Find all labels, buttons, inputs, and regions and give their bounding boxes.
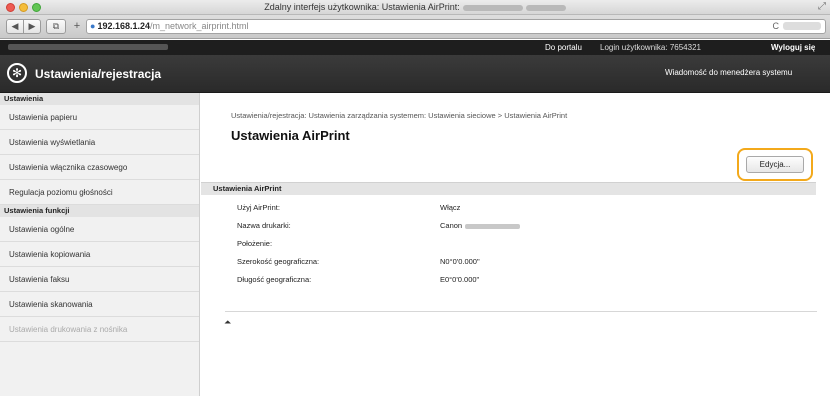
back-to-top-icon[interactable]: ⏶ [224, 317, 231, 328]
redacted-text [465, 223, 521, 229]
sidebar-item-general[interactable]: Ustawienia ogólne [0, 217, 199, 242]
divider [225, 311, 817, 312]
forward-button[interactable]: ▶ [23, 19, 41, 34]
setting-value: Włącz [440, 203, 461, 212]
reload-icon[interactable]: C [773, 20, 780, 33]
setting-row: Użyj AirPrint: Włącz [237, 200, 637, 216]
window-title-text: Zdalny interfejs użytkownika: Ustawienia… [264, 2, 460, 12]
setting-row: Położenie: [237, 236, 637, 252]
url-host: 192.168.1.24 [97, 21, 150, 31]
sidebar-item-copy[interactable]: Ustawienia kopiowania [0, 242, 199, 267]
setting-row: Długość geograficzna: E0°0'0.000" [237, 272, 637, 288]
section-header: Ustawienia AirPrint [201, 182, 816, 195]
sidebar-item-timer[interactable]: Ustawienia włącznika czasowego [0, 155, 199, 180]
setting-value-wrap: Canon [440, 218, 521, 234]
setting-row: Nazwa drukarki: Canon [237, 218, 637, 234]
login-info: Login użytkownika: 7654321 [600, 43, 701, 52]
redacted-text [462, 4, 523, 11]
address-bar[interactable]: ● 192.168.1.24/m_network_airprint.html C [86, 19, 826, 34]
sidebar-item-paper[interactable]: Ustawienia papieru [0, 105, 199, 130]
setting-label: Szerokość geograficzna: [237, 257, 320, 266]
sidebar-item-volume[interactable]: Regulacja poziomu głośności [0, 180, 199, 205]
setting-value: N0°0'0.000" [440, 257, 480, 266]
window-titlebar: Zdalny interfejs użytkownika: Ustawienia… [0, 0, 830, 15]
edit-button-highlight: Edycja... [737, 148, 813, 181]
sidebar-item-scan[interactable]: Ustawienia skanowania [0, 292, 199, 317]
sidebar: Ustawienia Ustawienia papieru Ustawienia… [0, 93, 200, 396]
share-button[interactable]: ⧉ [46, 19, 66, 34]
setting-value: Canon [440, 221, 463, 230]
setting-label: Położenie: [237, 239, 273, 248]
edit-button[interactable]: Edycja... [746, 156, 804, 173]
sidebar-item-media-print[interactable]: Ustawienia drukowania z nośnika [0, 317, 199, 342]
reader-button[interactable] [783, 22, 821, 30]
settings-gear-icon: ✻ [7, 63, 27, 83]
redacted-text [525, 4, 566, 11]
message-to-admin-link[interactable]: Wiadomość do menedżera systemu [665, 68, 792, 77]
setting-label: Długość geograficzna: [237, 275, 312, 284]
app-header: ✻ Ustawienia/rejestracja Wiadomość do me… [0, 55, 830, 93]
sidebar-section-settings: Ustawienia [0, 93, 199, 105]
browser-toolbar: ◀ ▶ ⧉ + ● 192.168.1.24/m_network_airprint… [0, 15, 830, 39]
sidebar-item-display[interactable]: Ustawienia wyświetlania [0, 130, 199, 155]
logout-link[interactable]: Wyloguj się [771, 43, 815, 52]
sidebar-item-fax[interactable]: Ustawienia faksu [0, 267, 199, 292]
main-content: Ustawienia/rejestracja: Ustawienia zarzą… [201, 93, 830, 396]
new-tab-button[interactable]: + [70, 19, 84, 34]
page-title: Ustawienia AirPrint [231, 128, 350, 143]
sidebar-section-function: Ustawienia funkcji [0, 205, 199, 217]
setting-value: E0°0'0.000" [440, 275, 480, 284]
setting-label: Nazwa drukarki: [237, 221, 291, 230]
device-name-redacted [8, 44, 168, 50]
window-title: Zdalny interfejs użytkownika: Ustawienia… [0, 2, 830, 12]
fullscreen-icon[interactable]: ⤢ [818, 1, 826, 12]
setting-row: Szerokość geograficzna: N0°0'0.000" [237, 254, 637, 270]
setting-label: Użyj AirPrint: [237, 203, 280, 212]
globe-icon: ● [90, 21, 96, 31]
app-title: Ustawienia/rejestracja [35, 67, 162, 81]
portal-link[interactable]: Do portalu [545, 43, 582, 52]
user-bar: Do portalu Login użytkownika: 7654321 Wy… [0, 40, 830, 55]
breadcrumb: Ustawienia/rejestracja: Ustawienia zarzą… [231, 111, 568, 120]
back-button[interactable]: ◀ [6, 19, 24, 34]
url-path: /m_network_airprint.html [150, 21, 249, 31]
